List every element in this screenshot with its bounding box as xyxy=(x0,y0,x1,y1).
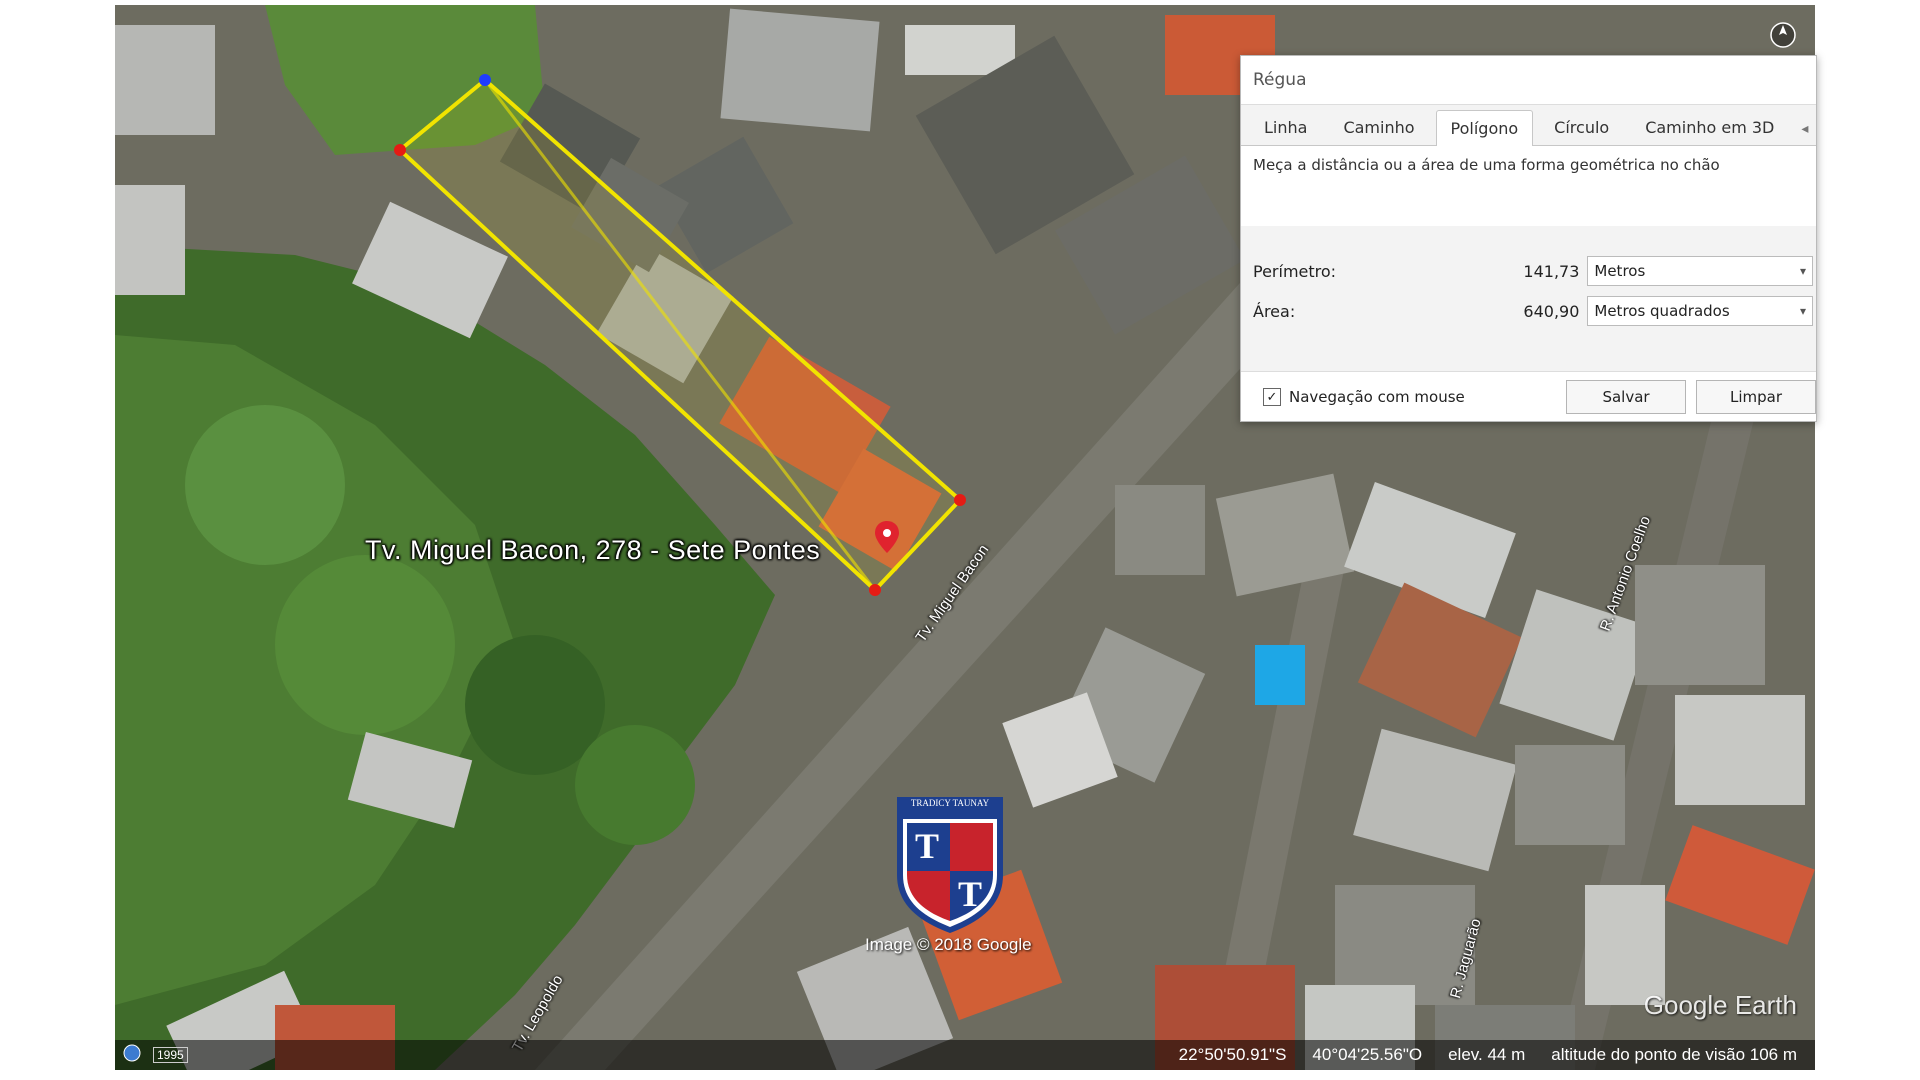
watermark-letter: T xyxy=(958,874,983,914)
vertex xyxy=(394,144,406,156)
dialog-footer: ✓ Navegação com mouse Salvar Limpar xyxy=(1241,371,1816,421)
mouse-navigation-checkbox[interactable]: ✓ xyxy=(1263,388,1281,406)
dialog-title: Régua xyxy=(1241,56,1816,105)
historical-imagery-year[interactable]: 1995 xyxy=(153,1047,188,1063)
place-label: Tv. Miguel Bacon, 278 - Sete Pontes xyxy=(365,535,821,565)
longitude-readout: 40°04'25.56"O xyxy=(1312,1045,1423,1064)
tab-3d-path[interactable]: Caminho em 3D xyxy=(1630,109,1789,145)
perimeter-unit-select[interactable]: Metros ▾ xyxy=(1587,256,1813,286)
vertex xyxy=(869,584,881,596)
chevron-down-icon: ▾ xyxy=(1799,304,1806,318)
latitude-readout: 22°50'50.91"S xyxy=(1178,1045,1287,1064)
tab-description: Meça a distância ou a área de uma forma … xyxy=(1241,146,1816,226)
compass-icon[interactable] xyxy=(1769,21,1797,49)
tab-circle[interactable]: Círculo xyxy=(1539,109,1624,145)
perimeter-value: 141,73 xyxy=(1523,261,1580,281)
watermark-letter: T xyxy=(915,826,940,866)
tab-path[interactable]: Caminho xyxy=(1328,109,1429,145)
tab-line[interactable]: Linha xyxy=(1249,109,1322,145)
area-value: 640,90 xyxy=(1523,301,1580,321)
clear-button[interactable]: Limpar xyxy=(1696,380,1816,414)
perimeter-unit: Metros xyxy=(1594,262,1646,280)
area-unit-select[interactable]: Metros quadrados ▾ xyxy=(1587,296,1813,326)
location-pin-icon[interactable] xyxy=(875,521,899,553)
status-bar: 1995 22°50'50.91"S 40°04'25.56"O elev. 4… xyxy=(115,1040,1815,1070)
google-earth-logo: Google Earth xyxy=(1643,990,1797,1020)
ruler-dialog[interactable]: Régua Linha Caminho Polígono Círculo Cam… xyxy=(1240,55,1817,422)
elevation-readout: elev. 44 m xyxy=(1448,1045,1526,1064)
tab-scroll-icon[interactable]: ◂ xyxy=(1795,113,1814,145)
watermark-logo: TRADICY TAUNAY T T xyxy=(895,795,1005,935)
perimeter-row: Perímetro: 141,73 Metros ▾ xyxy=(1253,256,1813,286)
imagery-credit: Image © 2018 Google xyxy=(865,935,1032,954)
area-label: Área: xyxy=(1253,301,1296,321)
eye-altitude-readout: altitude do ponto de visão 106 m xyxy=(1551,1045,1797,1064)
perimeter-label: Perímetro: xyxy=(1253,261,1337,281)
area-unit: Metros quadrados xyxy=(1594,302,1730,320)
chevron-down-icon: ▾ xyxy=(1799,264,1806,278)
tab-polygon[interactable]: Polígono xyxy=(1435,110,1534,146)
save-button[interactable]: Salvar xyxy=(1566,380,1686,414)
globe-icon[interactable] xyxy=(123,1044,141,1067)
watermark-text: TRADICY TAUNAY xyxy=(910,798,990,808)
mouse-navigation-label: Navegação com mouse xyxy=(1289,388,1465,406)
vertex-active xyxy=(479,74,491,86)
ruler-tabs: Linha Caminho Polígono Círculo Caminho e… xyxy=(1241,105,1816,146)
area-row: Área: 640,90 Metros quadrados ▾ xyxy=(1253,296,1813,326)
vertex xyxy=(954,494,966,506)
